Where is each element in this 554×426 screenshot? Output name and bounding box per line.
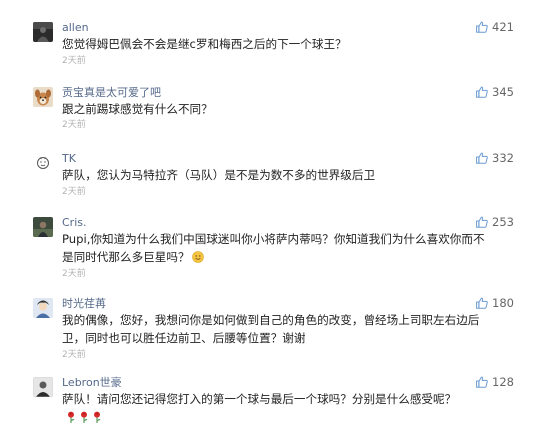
rose-icons: [66, 411, 102, 423]
thumbs-up-icon: [476, 216, 488, 228]
like-count: 332: [492, 151, 514, 165]
thumbs-up-icon: [476, 21, 488, 33]
dark-figure-avatar: [33, 22, 53, 42]
bw-photo-avatar: [33, 377, 53, 397]
thumbs-up-icon: [476, 86, 488, 98]
comment-time: 2天前: [62, 187, 86, 197]
like-button[interactable]: 421: [476, 19, 514, 35]
comment-text-content: Pupi,你知道为什么我们中国球迷叫你小将萨内蒂吗？你知道我们为什么喜欢你而不是…: [62, 232, 485, 264]
avatar[interactable]: [33, 298, 53, 318]
comment-text: 您觉得姆巴佩会不会是继c罗和梅西之后的下一个球王？: [62, 37, 347, 51]
comment-text-content: 萨队！请问您还记得您打入的第一个球与最后一个球吗？分别是什么感受呢？: [62, 392, 457, 406]
avatar[interactable]: [33, 377, 53, 397]
photo-avatar: [33, 217, 53, 237]
thumbs-up-icon: [476, 376, 488, 388]
comment-text: 萨队，您认为马特拉齐（马队）是不是为数不多的世界级后卫: [62, 168, 376, 182]
like-count: 180: [492, 296, 514, 310]
username[interactable]: 贡宝真是太可爱了吧: [62, 86, 161, 100]
rose-icon: [68, 411, 75, 423]
comment-text: 萨队！请问您还记得您打入的第一个球与最后一个球吗？分别是什么感受呢？: [62, 390, 492, 426]
comment-time: 2天前: [62, 120, 86, 130]
like-button[interactable]: 345: [476, 84, 514, 100]
avatar[interactable]: [33, 153, 53, 173]
avatar[interactable]: [33, 22, 53, 42]
comment-text: 跟之前踢球感觉有什么不同？: [62, 102, 213, 116]
rose-icon: [94, 411, 101, 423]
username[interactable]: Cris.: [62, 216, 87, 230]
username[interactable]: allen: [62, 21, 89, 35]
cartoon-avatar: [33, 298, 53, 318]
dog-avatar: [33, 87, 53, 107]
like-count: 253: [492, 215, 514, 229]
like-button[interactable]: 332: [476, 150, 514, 166]
comment-time: 2天前: [62, 56, 86, 66]
smile-emoji: [191, 251, 204, 263]
default-avatar: [33, 153, 53, 173]
comment-time: 2天前: [62, 269, 86, 279]
username[interactable]: TK: [62, 152, 76, 166]
rose-icon: [81, 411, 88, 423]
comment-text: Pupi,你知道为什么我们中国球迷叫你小将萨内蒂吗？你知道我们为什么喜欢你而不是…: [62, 230, 492, 266]
username[interactable]: Lebron世豪: [62, 376, 122, 390]
thumbs-up-icon: [476, 297, 488, 309]
avatar[interactable]: [33, 87, 53, 107]
like-count: 421: [492, 20, 514, 34]
username[interactable]: 时光荏苒: [62, 297, 106, 311]
avatar[interactable]: [33, 217, 53, 237]
like-count: 345: [492, 85, 514, 99]
like-button[interactable]: 128: [476, 374, 514, 390]
comment-text: 我的偶像，您好，我想问你是如何做到自己的角色的改变，曾经场上司职左右边后卫，同时…: [62, 313, 480, 345]
like-button[interactable]: 253: [476, 214, 514, 230]
comment-time: 2天前: [62, 350, 86, 360]
like-count: 128: [492, 375, 514, 389]
thumbs-up-icon: [476, 152, 488, 164]
like-button[interactable]: 180: [476, 295, 514, 311]
